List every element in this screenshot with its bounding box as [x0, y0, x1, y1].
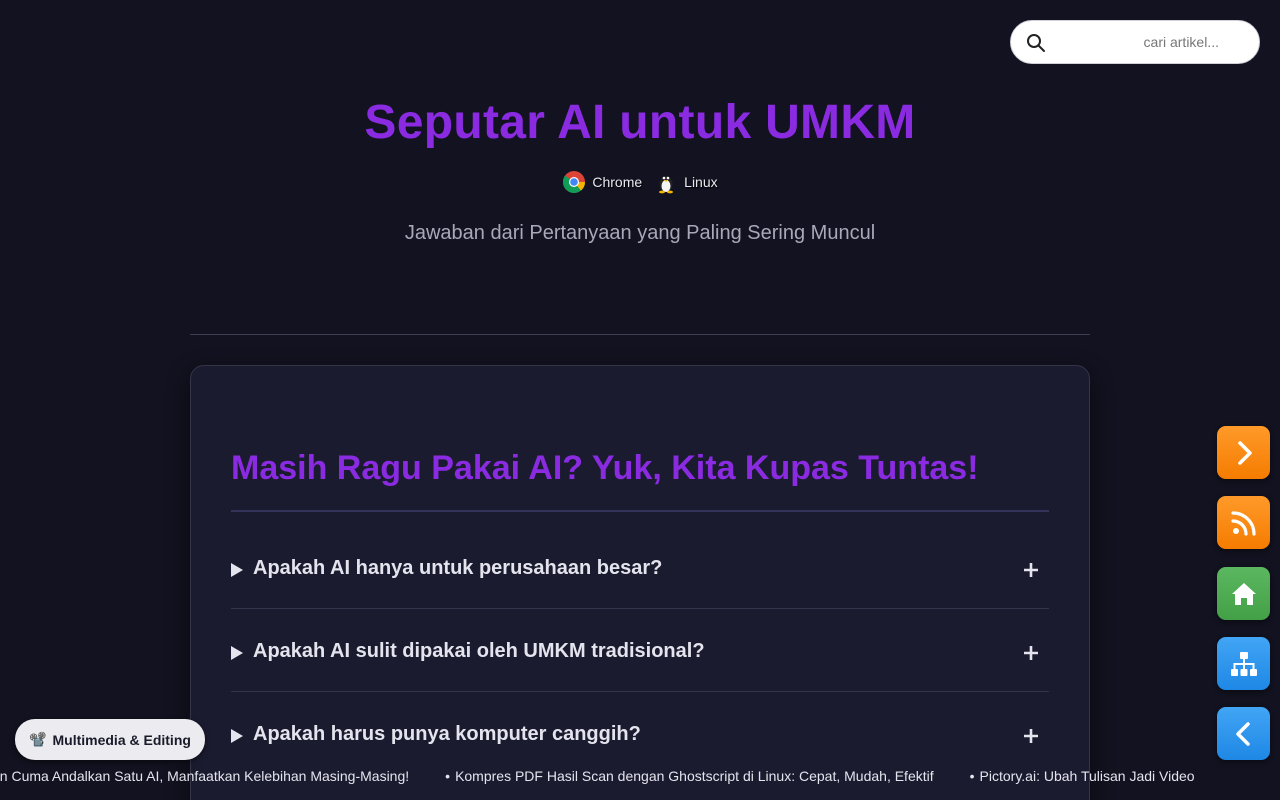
- sitemap-icon: [1230, 651, 1257, 676]
- chrome-icon: [563, 171, 586, 193]
- faq-heading: Masih Ragu Pakai AI? Yuk, Kita Kupas Tun…: [231, 449, 979, 487]
- sitemap-button[interactable]: [1217, 637, 1270, 690]
- rss-icon: [1230, 510, 1256, 536]
- next-button[interactable]: [1217, 426, 1270, 479]
- faq-question: Apakah harus punya komputer canggih?: [253, 723, 641, 745]
- category-chip[interactable]: 📽️ Multimedia & Editing: [15, 719, 205, 760]
- ticker-item[interactable]: an Cuma Andalkan Satu AI, Manfaatkan Kel…: [0, 768, 409, 784]
- bullet-icon: •: [969, 768, 975, 784]
- faq-item[interactable]: Apakah harus punya komputer canggih?: [231, 692, 1049, 775]
- search-box[interactable]: [1010, 20, 1260, 64]
- tag-chrome[interactable]: Chrome: [562, 170, 642, 194]
- category-chip-label: Multimedia & Editing: [52, 731, 191, 748]
- faq-question: Apakah AI hanya untuk perusahaan besar?: [253, 557, 663, 579]
- disclosure-triangle-icon: [231, 646, 243, 660]
- faq-card: Masih Ragu Pakai AI? Yuk, Kita Kupas Tun…: [190, 365, 1090, 800]
- faq-heading-rule: [231, 510, 1049, 512]
- plus-icon[interactable]: [1023, 728, 1039, 744]
- ticker-item[interactable]: • Kompres PDF Hasil Scan dengan Ghostscri…: [445, 768, 933, 784]
- site-title: Seputar AI untuk UMKM: [364, 96, 916, 149]
- search-input[interactable]: [1011, 21, 1259, 63]
- faq-item[interactable]: Apakah AI hanya untuk perusahaan besar?: [231, 526, 1049, 609]
- plus-icon[interactable]: [1023, 645, 1039, 661]
- header-divider: [190, 334, 1090, 335]
- home-icon: [1231, 582, 1256, 605]
- linux-tux-icon: [659, 176, 674, 194]
- film-projector-icon: 📽️: [29, 731, 47, 747]
- faq-question: Apakah AI sulit dipakai oleh UMKM tradis…: [253, 640, 705, 662]
- back-button[interactable]: [1217, 707, 1270, 760]
- next-icon: [1237, 440, 1252, 465]
- home-button[interactable]: [1217, 567, 1270, 620]
- ticker-item[interactable]: • Pictory.ai: Ubah Tulisan Jadi Video: [970, 768, 1195, 784]
- faq-item[interactable]: Apakah AI sulit dipakai oleh UMKM tradis…: [231, 609, 1049, 692]
- news-ticker: an Cuma Andalkan Satu AI, Manfaatkan Kel…: [0, 764, 1280, 788]
- site-subtitle: Jawaban dari Pertanyaan yang Paling Seri…: [404, 222, 876, 244]
- disclosure-triangle-icon: [231, 729, 243, 743]
- bullet-icon: •: [445, 768, 451, 784]
- rss-button[interactable]: [1217, 496, 1270, 549]
- tag-linux[interactable]: Linux: [654, 170, 718, 194]
- plus-icon[interactable]: [1023, 562, 1039, 578]
- platform-tags: Chrome Linux: [0, 170, 1280, 194]
- tag-label: Linux: [684, 174, 718, 190]
- back-icon: [1235, 721, 1250, 746]
- disclosure-triangle-icon: [231, 563, 243, 577]
- search-icon: [1027, 34, 1045, 52]
- tag-label: Chrome: [592, 174, 643, 190]
